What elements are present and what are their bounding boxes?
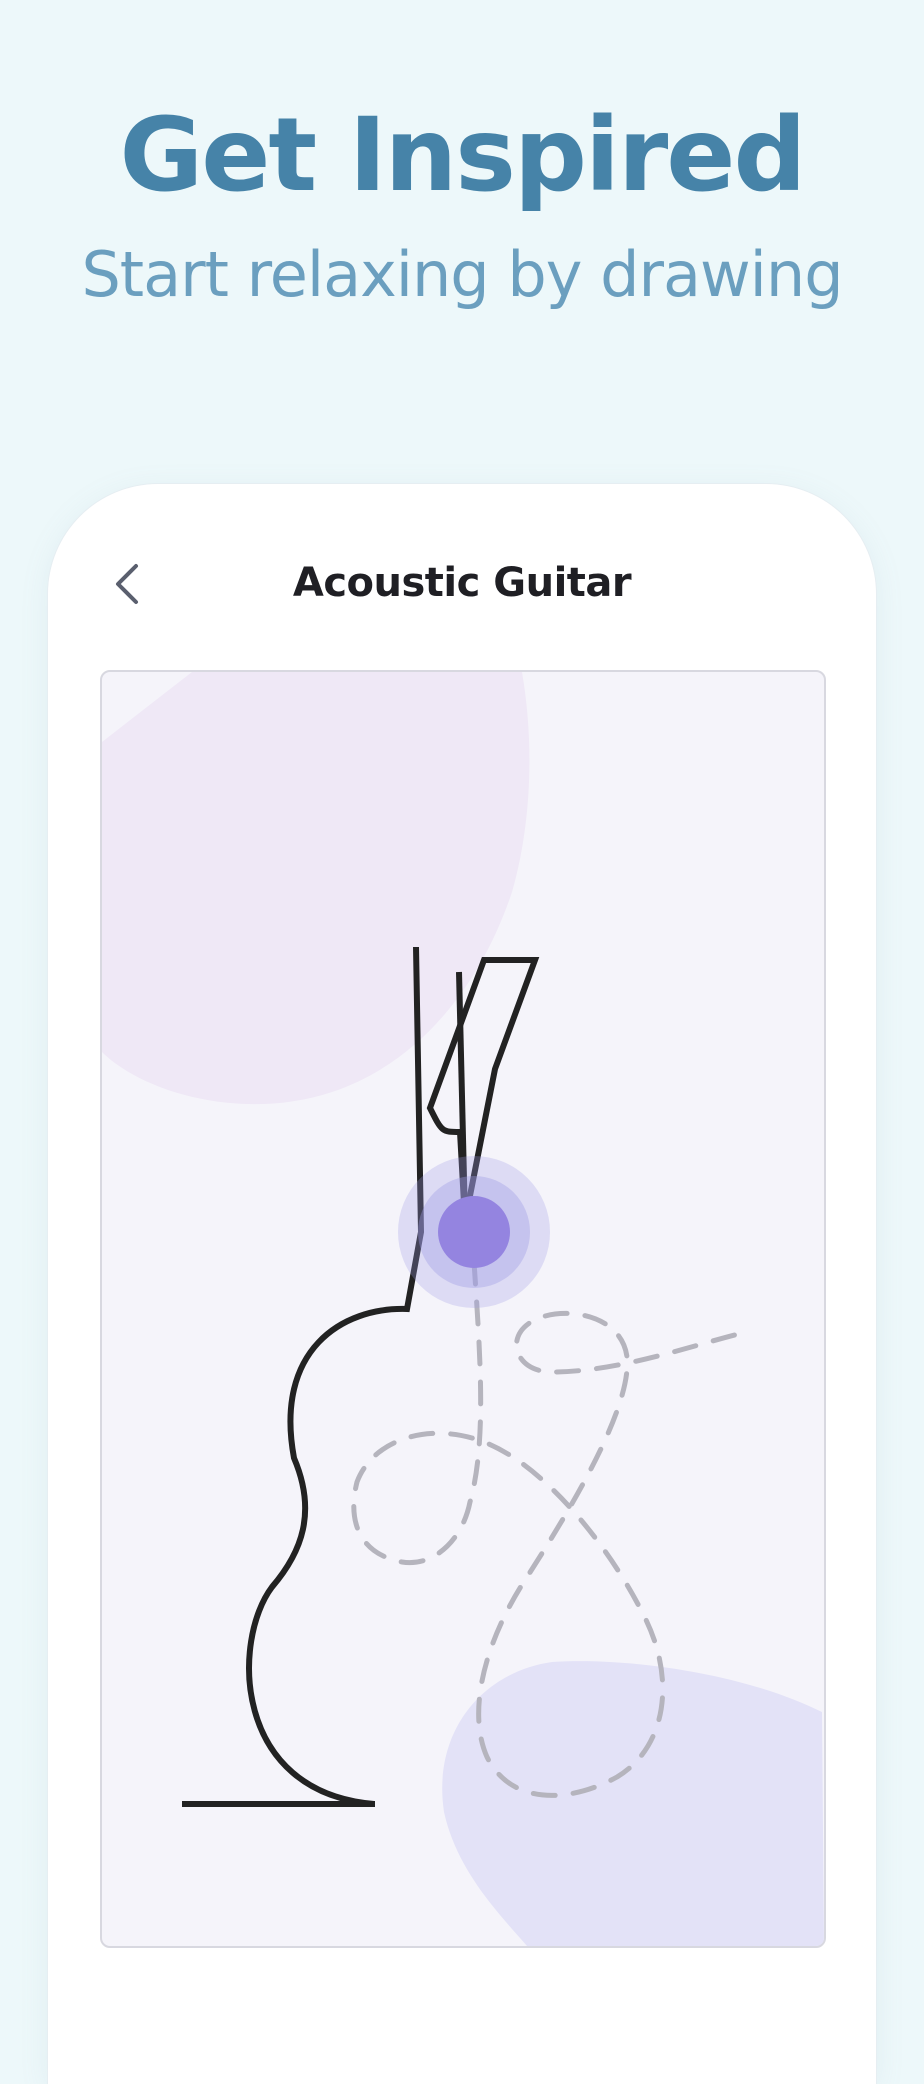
page-subheadline: Start relaxing by drawing xyxy=(81,238,843,311)
drawing-canvas[interactable] xyxy=(100,670,826,1948)
screen-title: Acoustic Guitar xyxy=(292,560,632,606)
phone-frame: Acoustic Guitar xyxy=(48,484,876,2084)
background-blob-top xyxy=(102,672,530,1105)
background-blob-bottom xyxy=(442,1661,824,1946)
page-headline: Get Inspired xyxy=(119,96,807,215)
drawing-cursor[interactable] xyxy=(398,1156,550,1308)
